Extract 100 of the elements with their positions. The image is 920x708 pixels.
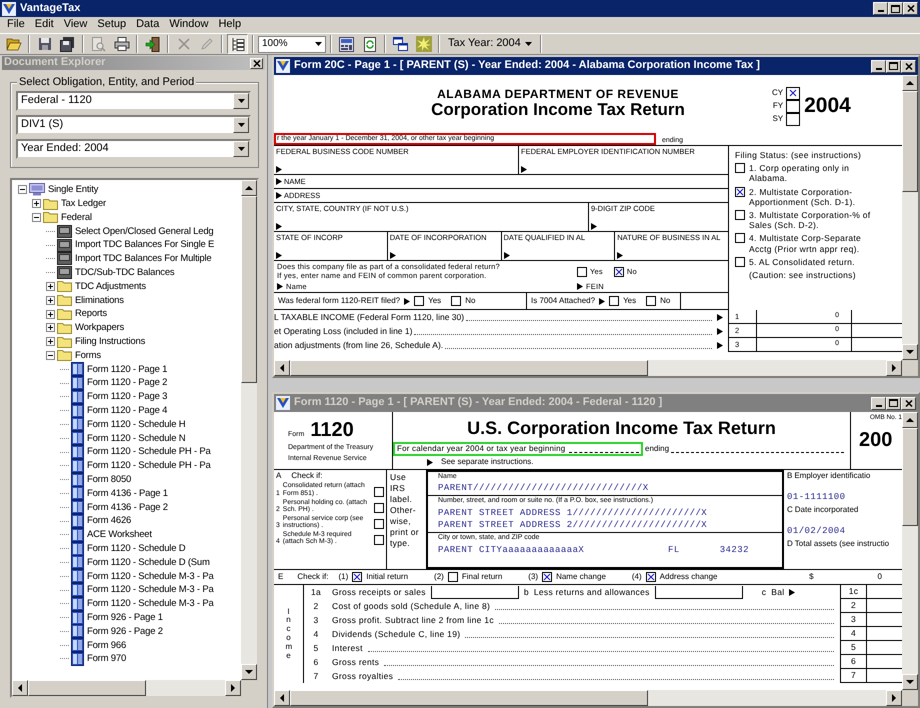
tax-year-dropdown[interactable]: Tax Year: 2004 [444,37,536,51]
tree-item[interactable]: Form 1120 - Page 2 [86,377,168,389]
toolbar-button[interactable] [336,34,357,54]
menu-item[interactable]: Data [131,18,164,32]
tree-item[interactable]: Single Entity [47,184,100,196]
checkbox[interactable] [448,572,458,582]
tree-item[interactable]: Form 1120 - Schedule M-3 - Pa [86,570,215,582]
tree-item[interactable]: Form 926 - Page 1 [86,612,164,624]
checkbox[interactable] [786,112,800,126]
checkbox[interactable] [374,486,384,497]
tree-item[interactable]: Reports [74,308,108,320]
checkbox[interactable] [646,572,656,582]
toolbar-button[interactable] [390,34,411,54]
menu-item[interactable]: Help [213,18,246,32]
close-button[interactable] [901,60,916,72]
maximize-button[interactable] [886,396,901,410]
menu-item[interactable]: Setup [92,18,132,32]
horizontal-scrollbar[interactable] [274,360,902,376]
toolbar-button[interactable] [227,34,248,54]
city-field[interactable]: PARENT CITYaaaaaaaaaaaaaX [438,544,628,556]
tree-item[interactable]: ACE Worksheet [86,529,153,541]
tree-item[interactable]: Form 970 [86,653,128,665]
name-field[interactable]: PARENT/////////////////////////////X [438,483,772,494]
tree-item[interactable]: Form 8050 [86,474,132,486]
menu-item[interactable]: Window [164,18,214,32]
checkbox[interactable] [735,163,745,174]
dropdown[interactable]: Year Ended: 2004 [16,139,251,159]
expand-icon[interactable] [46,337,55,346]
horizontal-scrollbar[interactable] [12,680,241,696]
tree-item[interactable]: Form 1120 - Schedule M-3 - Pa [86,584,215,596]
tree-item[interactable]: Form 1120 - Page 3 [86,391,168,403]
tree-item[interactable]: Forms [74,350,102,362]
close-button[interactable] [903,2,918,15]
tree-item[interactable]: Form 926 - Page 2 [86,626,164,638]
checkbox[interactable] [786,100,800,112]
tree-item[interactable]: Federal [60,212,93,224]
close-button[interactable] [901,396,916,410]
checkbox[interactable] [374,519,384,530]
tree-item[interactable]: TDC/Sub-TDC Balances [74,266,176,278]
checkbox[interactable] [735,210,745,220]
collapse-icon[interactable] [32,212,41,222]
tree-item[interactable]: Form 1120 - Schedule M-3 - Pa [86,598,215,610]
checkbox[interactable] [735,256,745,267]
collapse-icon[interactable] [18,185,27,194]
checkbox[interactable] [735,186,745,197]
vertical-scrollbar[interactable] [902,412,918,690]
checkbox[interactable] [609,296,620,306]
tree-item[interactable]: Form 1120 - Page 4 [86,404,168,416]
checkbox[interactable] [614,266,624,276]
tree-item[interactable]: Form 1120 - Schedule D [86,542,186,554]
checkbox[interactable] [414,296,424,306]
amount-field[interactable]: 0 [878,572,882,582]
collapse-icon[interactable] [46,350,55,360]
tree-item[interactable]: Filing Instructions [74,336,146,348]
checkbox[interactable] [542,572,552,582]
tree-item[interactable]: Form 1120 - Schedule N [86,432,186,444]
maximize-button[interactable] [886,60,901,72]
tree-item[interactable]: Form 4136 - Page 2 [86,502,169,513]
close-button[interactable] [250,58,263,68]
minimize-button[interactable] [871,60,886,72]
tree-item[interactable]: Form 4626 [86,515,132,527]
tree-item[interactable]: Import TDC Balances For Multiple [74,253,212,265]
tree-item[interactable]: Form 1120 - Schedule D (Sum [86,556,211,568]
value-field[interactable]: 01-1111100 [787,492,899,503]
zoom-dropdown[interactable]: 100% [258,36,326,52]
tree-item[interactable]: Form 1120 - Page 1 [86,364,168,375]
horizontal-scrollbar[interactable] [274,690,902,706]
tree-item[interactable]: Import TDC Balances For Single E [74,239,216,251]
dropdown[interactable]: DIV1 (S) [16,115,251,135]
tree-item[interactable]: Tax Ledger [60,198,108,210]
checkbox[interactable] [374,502,384,513]
value-field[interactable]: 01/02/2004 [787,526,899,537]
expand-icon[interactable] [46,282,55,291]
vertical-scrollbar[interactable] [241,180,257,680]
menu-item[interactable]: Edit [30,18,59,32]
address-field[interactable]: PARENT STREET ADDRESS 2//////////////////////X [438,520,772,532]
tree-item[interactable]: TDC Adjustments [74,280,147,292]
tree-item[interactable]: Form 1120 - Schedule PH - Pa [86,446,212,458]
maximize-button[interactable] [888,2,903,15]
minimize-button[interactable] [871,396,886,410]
minimize-button[interactable] [873,2,888,15]
tree-item[interactable]: Workpapers [74,322,126,334]
tree-item[interactable]: Form 1120 - Schedule H [86,418,186,430]
checkbox[interactable] [786,86,800,100]
tree-item[interactable]: Eliminations [74,294,125,306]
checkbox[interactable] [577,266,587,276]
vertical-scrollbar[interactable] [902,75,918,360]
expand-icon[interactable] [46,296,55,305]
checkbox[interactable] [374,535,384,546]
tree-item[interactable]: Select Open/Closed General Ledg [74,226,215,237]
checkbox[interactable] [352,572,362,582]
checkbox[interactable] [646,296,656,306]
amount-field[interactable] [654,586,743,598]
checkbox[interactable] [451,296,462,306]
tree-item[interactable]: Form 4136 - Page 1 [86,488,169,500]
checkbox[interactable] [735,233,745,244]
tax-year-field[interactable]: For calendar year 2004 or tax year beginning [393,442,643,456]
state-field[interactable]: FL [668,544,680,556]
tree-item[interactable]: Form 1120 - Schedule PH - Pa [86,460,212,472]
zip-field[interactable]: 34232 [720,544,749,556]
